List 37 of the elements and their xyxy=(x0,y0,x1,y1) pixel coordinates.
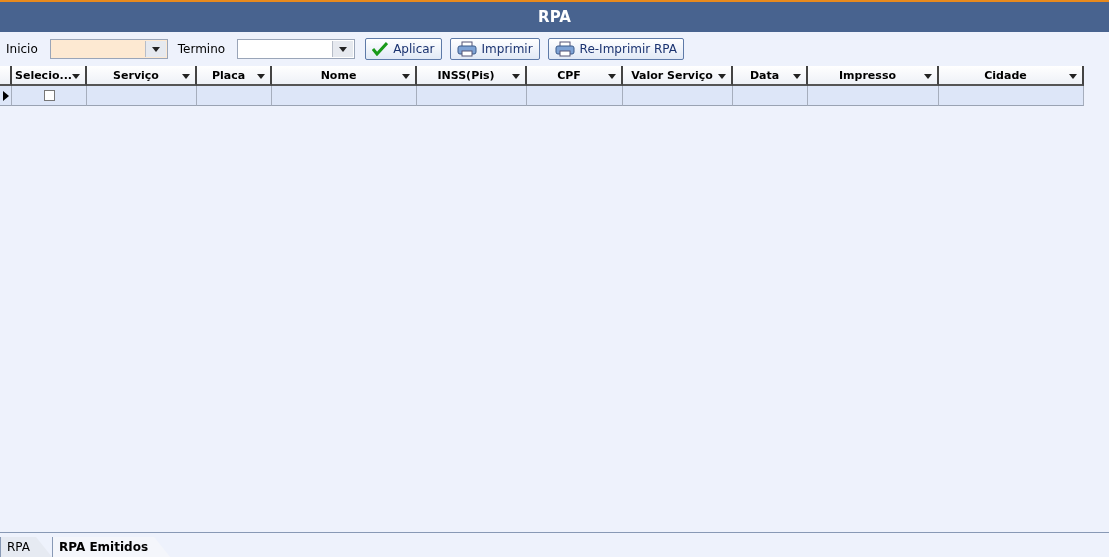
column-header[interactable]: Serviço xyxy=(87,66,197,86)
window-title: RPA xyxy=(538,8,571,26)
caret-icon xyxy=(151,46,160,52)
date-dropdown[interactable] xyxy=(49,39,168,59)
caret-icon xyxy=(512,74,520,79)
column-header[interactable]: Selecio... xyxy=(12,66,87,86)
column-header[interactable]: Data xyxy=(733,66,808,86)
column-header[interactable]: CPF xyxy=(527,66,623,86)
grid-corner-cell xyxy=(0,66,12,86)
caret-icon xyxy=(72,74,80,79)
caret-icon xyxy=(1069,74,1077,79)
caret-icon xyxy=(402,74,410,79)
checkmark-icon xyxy=(372,42,389,56)
tab[interactable]: RPA Emitidos xyxy=(52,537,171,557)
column-header[interactable]: Impresso xyxy=(808,66,939,86)
filter-label: Inicio xyxy=(6,42,38,56)
tab[interactable]: RPA xyxy=(0,537,52,557)
caret-icon xyxy=(793,74,801,79)
caret-icon xyxy=(924,74,932,79)
caret-icon xyxy=(182,74,190,79)
print-button[interactable]: Re-Imprimir RPA xyxy=(547,38,685,60)
column-header[interactable]: INSS(Pis) xyxy=(417,66,527,86)
caret-icon xyxy=(257,74,265,79)
apply-button[interactable]: Aplicar xyxy=(365,38,442,60)
printer-icon xyxy=(554,41,575,57)
column-header[interactable]: Nome xyxy=(272,66,417,86)
caret-icon xyxy=(718,74,726,79)
printer-icon xyxy=(456,41,477,57)
column-header[interactable]: Cidade xyxy=(939,66,1084,86)
checkbox[interactable] xyxy=(43,90,55,101)
date-dropdown[interactable] xyxy=(237,39,356,59)
caret-icon xyxy=(608,74,616,79)
column-header[interactable]: Valor Serviço xyxy=(623,66,733,86)
filter-label: Termino xyxy=(177,42,226,56)
caret-icon xyxy=(339,46,348,52)
print-button[interactable]: Imprimir xyxy=(449,38,540,60)
column-header[interactable]: Placa xyxy=(197,66,272,86)
